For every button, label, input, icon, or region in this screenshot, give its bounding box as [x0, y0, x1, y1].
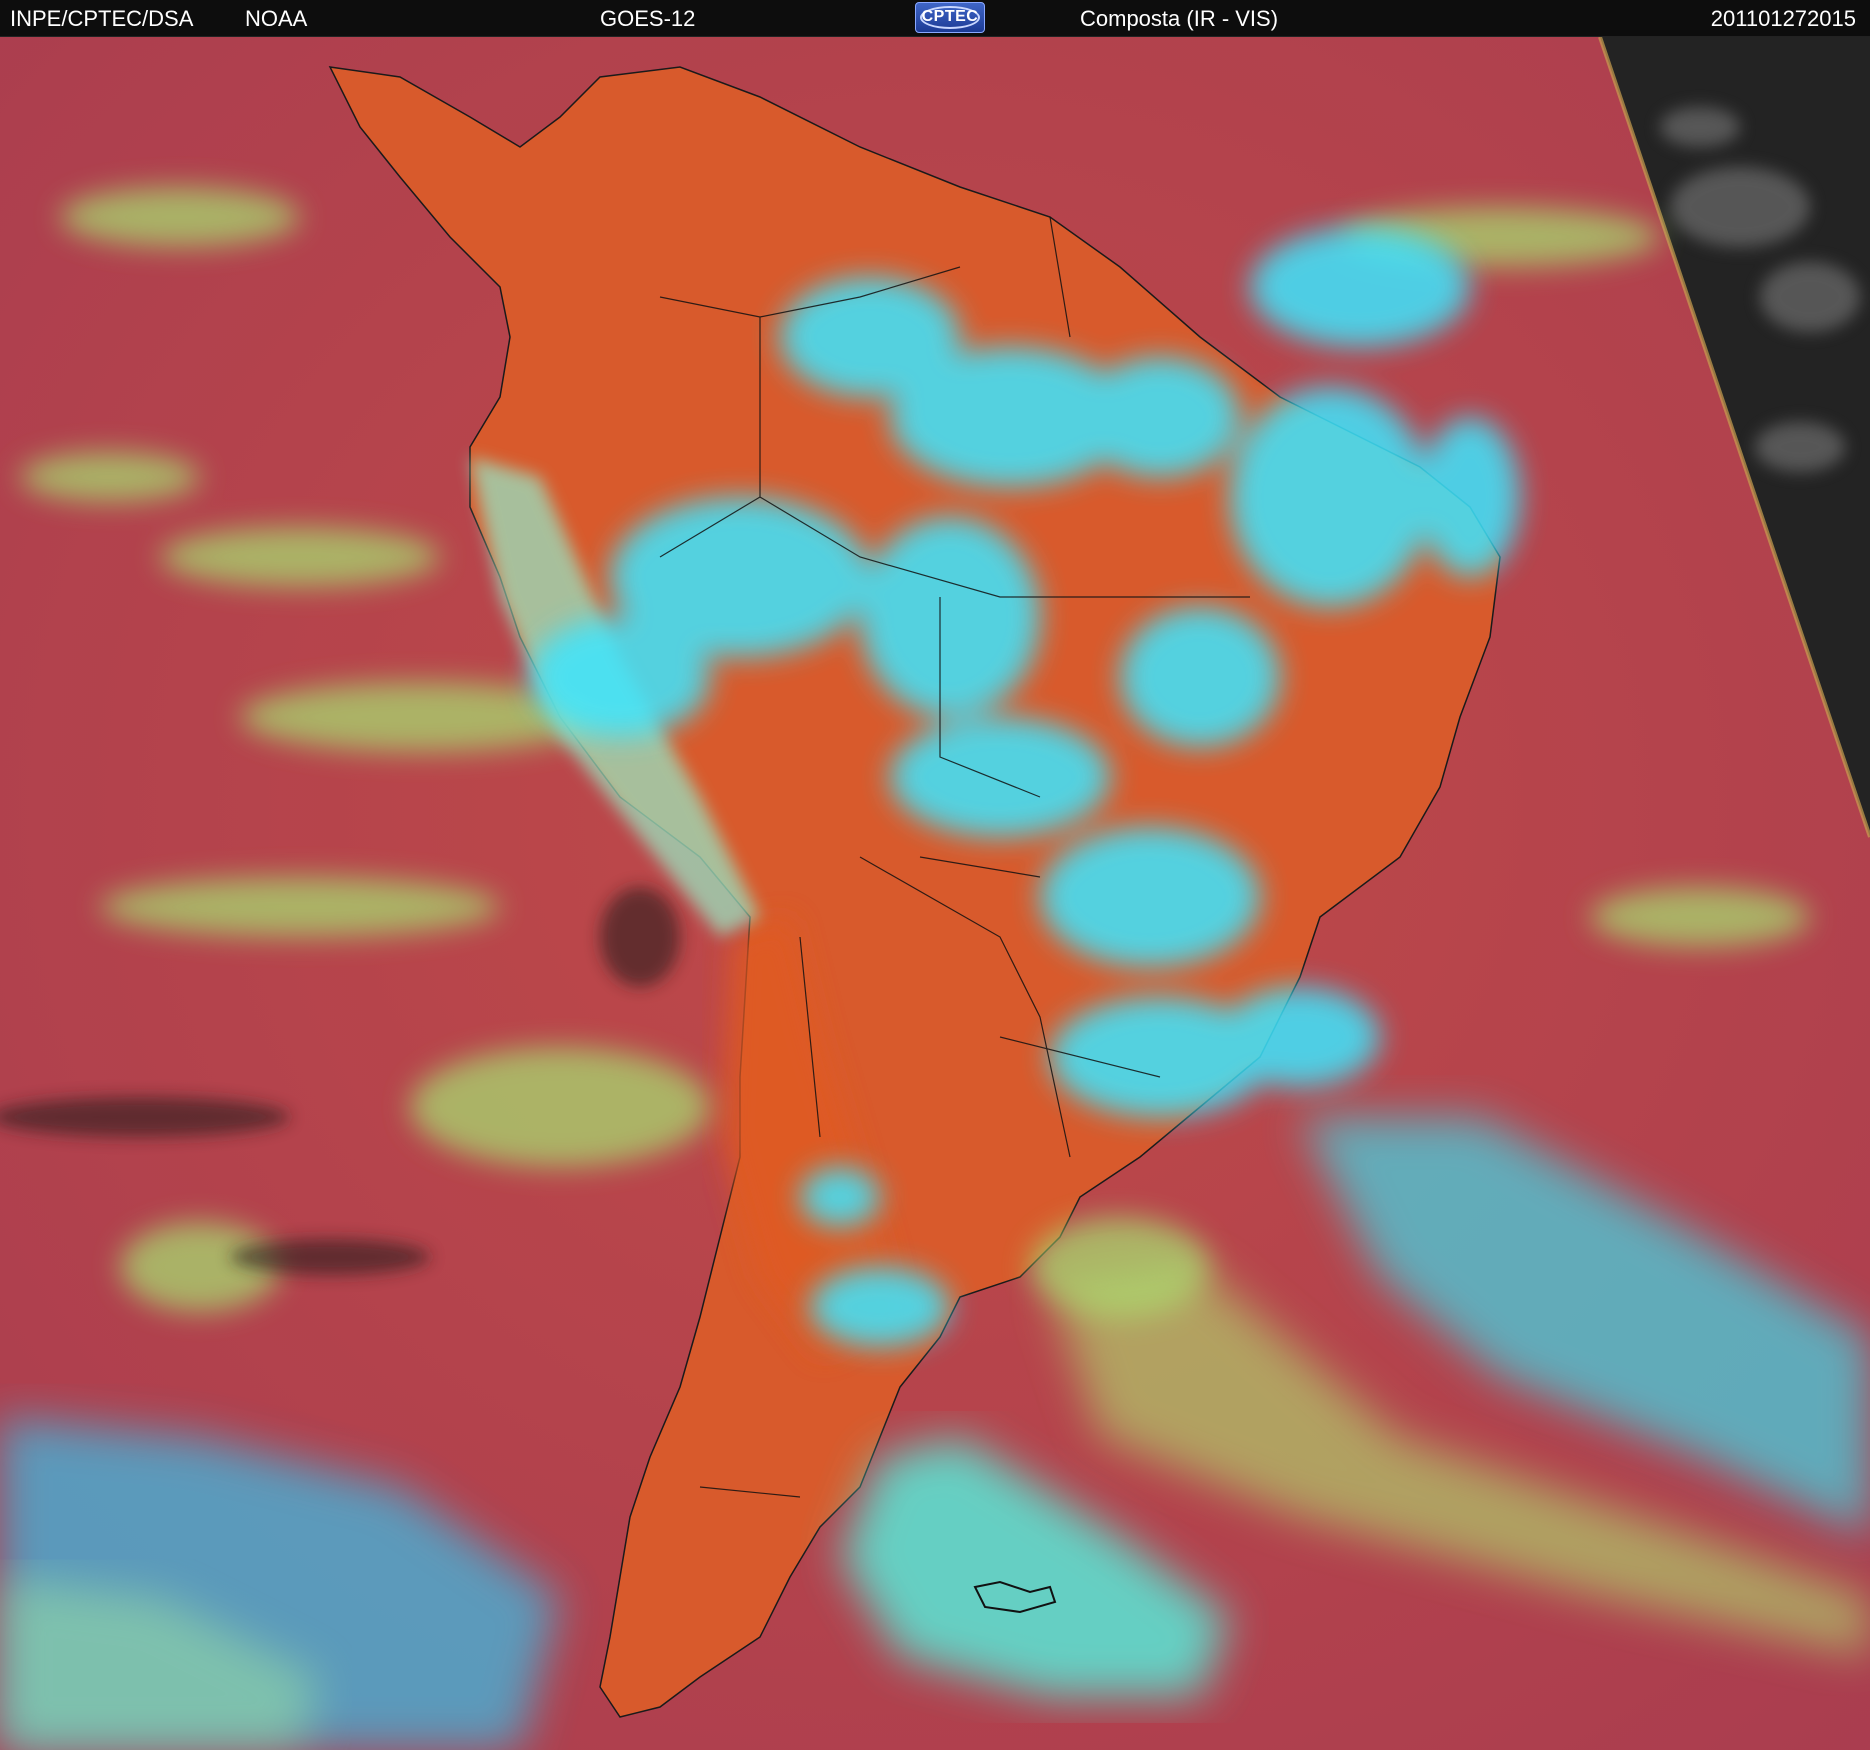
composite-map	[0, 37, 1870, 1750]
organization-label: INPE/CPTEC/DSA	[10, 6, 194, 31]
cptec-logo: CPTEC	[915, 2, 985, 33]
header-bar: INPE/CPTEC/DSA NOAA GOES-12 CPTEC Compos…	[0, 0, 1870, 37]
satellite-label: GOES-12	[600, 6, 696, 31]
product-label: Composta (IR - VIS)	[1080, 6, 1279, 31]
agency-label: NOAA	[245, 6, 308, 31]
satellite-image	[0, 37, 1870, 1750]
timestamp-label: 201101272015	[1710, 6, 1856, 31]
logo-text: CPTEC	[921, 8, 979, 25]
